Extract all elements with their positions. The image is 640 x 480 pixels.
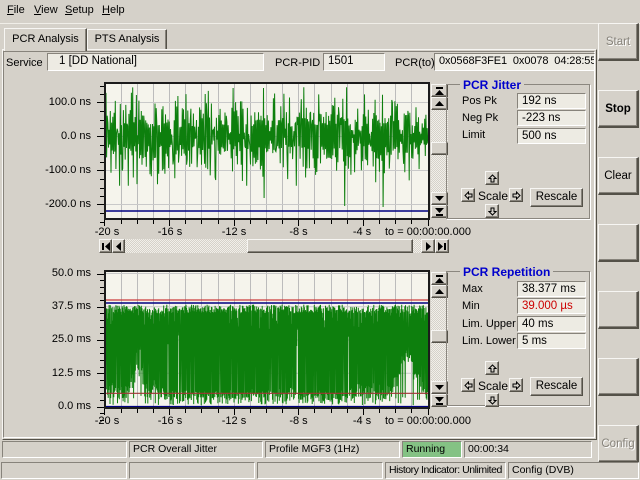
svg-text:-16 s: -16 s <box>158 226 183 238</box>
svg-text:to = 00:00:00.000: to = 00:00:00.000 <box>385 415 471 427</box>
svg-text:-4 s: -4 s <box>353 226 372 238</box>
svg-text:-20 s: -20 s <box>95 415 120 427</box>
svg-text:-8 s: -8 s <box>289 226 308 238</box>
svg-text:-16 s: -16 s <box>158 415 183 427</box>
svg-text:-12 s: -12 s <box>222 226 247 238</box>
svg-text:-20 s: -20 s <box>95 226 120 238</box>
svg-text:-8 s: -8 s <box>289 415 308 427</box>
svg-text:to = 00:00:00.000: to = 00:00:00.000 <box>385 226 471 238</box>
svg-text:-12 s: -12 s <box>222 415 247 427</box>
svg-text:-4 s: -4 s <box>353 415 372 427</box>
